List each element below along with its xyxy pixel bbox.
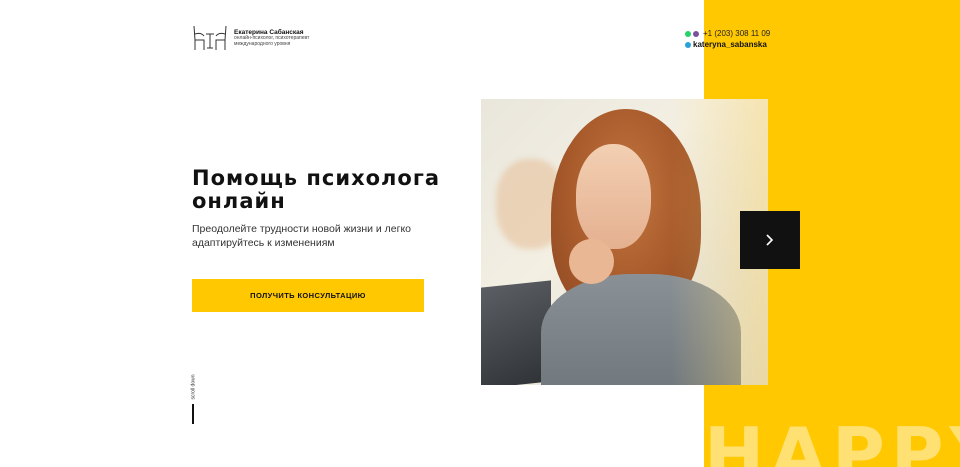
hero-subtitle: Преодолейте трудности новой жизни и легк… bbox=[192, 223, 412, 249]
telegram-icon[interactable] bbox=[685, 41, 691, 48]
logo[interactable]: Екатерина Сабанская онлайн-психолог, пси… bbox=[192, 24, 318, 52]
hero-photo bbox=[481, 99, 768, 385]
viber-icon[interactable] bbox=[693, 30, 699, 37]
contacts: +1 (203) 308 11 09 kateryna_sabanska bbox=[685, 28, 770, 50]
decorative-big-word: HAPPY bbox=[704, 418, 960, 467]
brand-tagline: онлайн-психолог, психотерапевт междунаро… bbox=[234, 35, 310, 48]
scroll-down-label: scroll down bbox=[190, 374, 197, 400]
next-slide-button[interactable] bbox=[740, 211, 800, 269]
scroll-down-indicator[interactable]: scroll down bbox=[186, 374, 200, 424]
get-consultation-button[interactable]: ПОЛУЧИТЬ КОНСУЛЬТАЦИЮ bbox=[192, 279, 424, 312]
chevron-right-icon bbox=[766, 234, 774, 246]
phone-link[interactable]: +1 (203) 308 11 09 bbox=[703, 28, 770, 39]
logo-chairs-icon bbox=[193, 25, 227, 50]
scroll-line bbox=[192, 404, 194, 424]
telegram-link[interactable]: kateryna_sabanska bbox=[693, 39, 767, 50]
hero-title: Помощь психолога онлайн bbox=[192, 166, 440, 213]
whatsapp-icon[interactable] bbox=[685, 30, 691, 37]
